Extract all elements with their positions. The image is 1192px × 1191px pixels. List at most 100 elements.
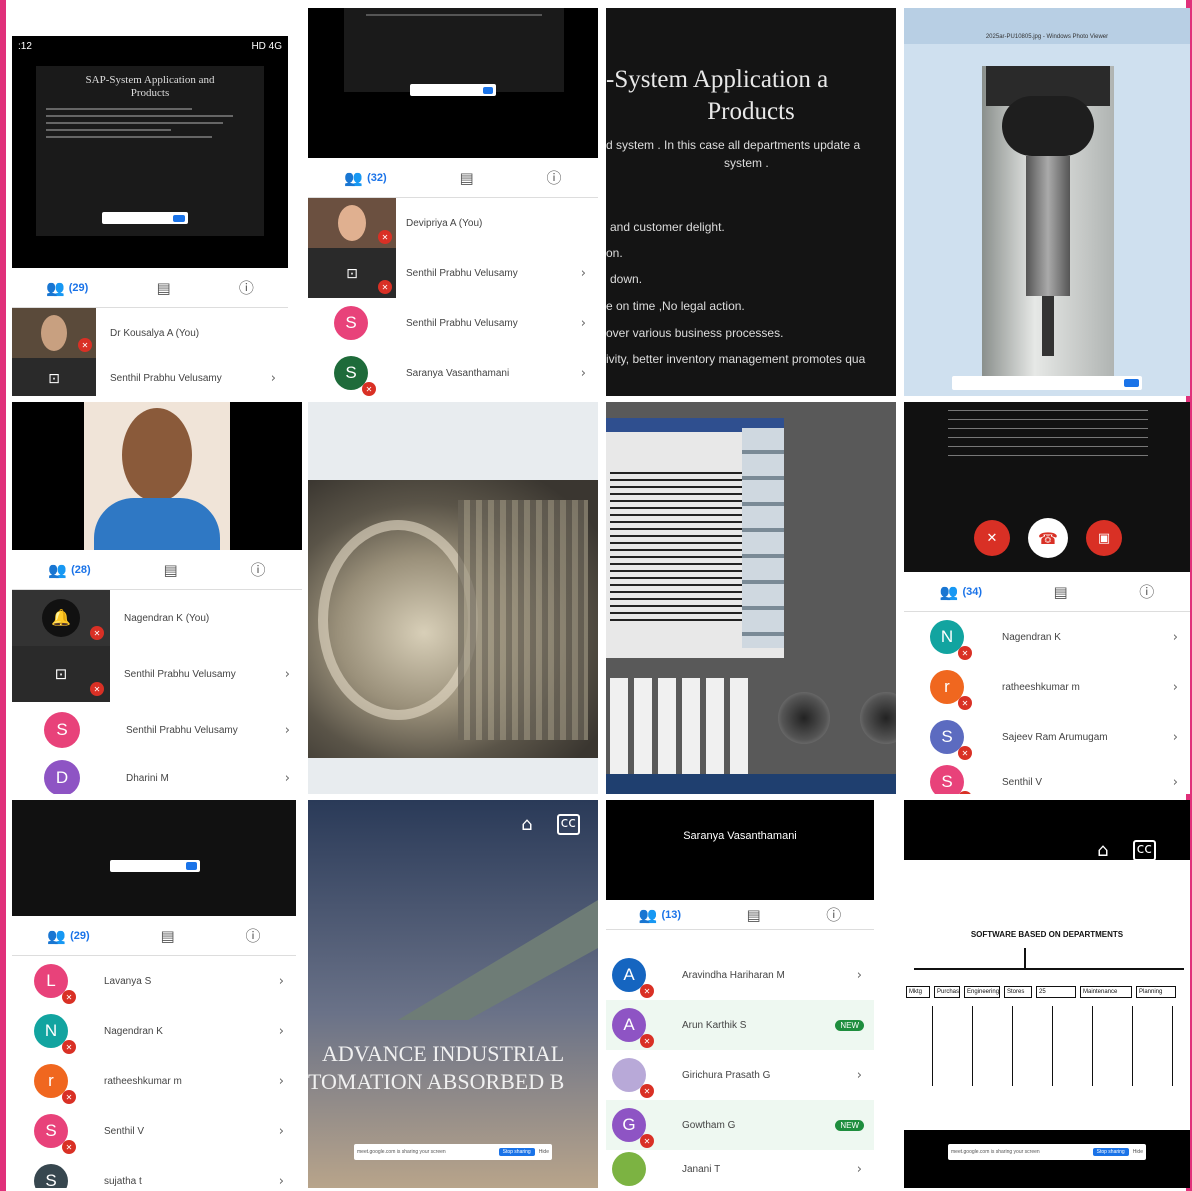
mic-off-icon: ✕ xyxy=(78,338,92,352)
hide-button[interactable]: Hide xyxy=(539,1149,549,1155)
mic-off-icon: ✕ xyxy=(62,1090,76,1104)
end-call-button[interactable]: ☎ xyxy=(1028,518,1068,558)
participant-row[interactable]: S✕ sujatha t › xyxy=(12,1156,296,1188)
participant-row[interactable]: L ✕ Lavanya S › xyxy=(12,956,296,1006)
info-icon[interactable]: ⓘ xyxy=(246,925,261,946)
remote-icon[interactable]: ⌂ xyxy=(521,814,532,835)
captions-icon[interactable]: cc xyxy=(556,814,580,835)
participant-row[interactable]: S ✕ Saranya Vasanthamani › xyxy=(308,348,598,396)
dept-box: Maintenance xyxy=(1080,986,1132,998)
participant-row[interactable]: S✕ Senthil V › xyxy=(12,1106,296,1156)
participant-row[interactable]: ✕ Dr Kousalya A (You) xyxy=(12,308,288,358)
new-badge: NEW xyxy=(835,1119,864,1131)
tile-slide-zoom: -System Application a Products d system … xyxy=(606,8,896,396)
present-icon: ⊡ xyxy=(346,264,358,281)
stop-sharing-button[interactable]: Stop sharing xyxy=(498,1148,535,1156)
participant-row[interactable]: Janani T › xyxy=(606,1150,874,1188)
chevron-right-icon: › xyxy=(284,666,290,682)
tab-people[interactable]: 👥 (32) xyxy=(344,169,386,187)
chat-icon[interactable]: ▤ xyxy=(157,279,171,297)
dial-right[interactable] xyxy=(860,692,896,744)
participant-name: Senthil V xyxy=(104,1125,145,1137)
share-bar: meet.google.com is sharing your screen S… xyxy=(948,1144,1146,1160)
info-icon[interactable]: ⓘ xyxy=(547,167,562,188)
participant-row[interactable]: A ✕ Aravindha Hariharan M › xyxy=(606,950,874,1000)
avatar: S✕ xyxy=(34,1164,68,1188)
participant-row[interactable]: S ✕ Sajeev Ram Arumugam › xyxy=(904,712,1190,762)
slide-title-line: -System Application a xyxy=(606,66,829,93)
participant-row[interactable]: ⊡ ✕ Senthil Prabhu Velusamy › xyxy=(12,646,302,702)
tab-people[interactable]: 👥 (29) xyxy=(47,927,89,945)
stop-sharing-button[interactable] xyxy=(186,862,197,870)
participant-row[interactable]: S Senthil Prabhu Velusamy › xyxy=(308,298,598,348)
chat-icon[interactable]: ▤ xyxy=(747,906,761,924)
info-icon[interactable]: ⓘ xyxy=(251,559,266,580)
mic-off-icon: ✕ xyxy=(62,990,76,1004)
dept-box: Engineering xyxy=(964,986,1000,998)
mic-off-icon: ✕ xyxy=(378,280,392,294)
chevron-right-icon: › xyxy=(856,1067,862,1083)
chevron-right-icon: › xyxy=(278,1023,284,1039)
participant-row[interactable]: N ✕ Nagendran K › xyxy=(12,1006,296,1056)
avatar: S✕ xyxy=(930,765,972,794)
mic-off-button[interactable]: ✕ xyxy=(974,520,1010,556)
avatar-initial: r xyxy=(48,1071,54,1090)
slide-line: and customer delight. xyxy=(610,220,725,234)
participant-row[interactable]: r ✕ ratheeshkumar m › xyxy=(904,662,1190,712)
participant-row[interactable]: r ✕ ratheeshkumar m › xyxy=(12,1056,296,1106)
captions-icon[interactable]: cc xyxy=(1132,840,1156,861)
chat-icon[interactable]: ▤ xyxy=(161,927,175,945)
stop-sharing-button[interactable] xyxy=(1124,379,1139,387)
chevron-right-icon: › xyxy=(856,967,862,983)
info-icon[interactable]: ⓘ xyxy=(826,904,841,925)
slide-line: down. xyxy=(610,272,643,286)
stop-sharing-button[interactable] xyxy=(482,86,493,94)
participant-row[interactable]: ⊡ Senthil Prabhu Velusamy › xyxy=(12,358,288,396)
avatar: S✕ xyxy=(34,1114,76,1154)
chevron-right-icon: › xyxy=(580,265,586,281)
new-badge: NEW xyxy=(835,1019,864,1031)
chat-icon[interactable]: ▤ xyxy=(1054,583,1068,601)
participant-row[interactable]: ✕ Devipriya A (You) xyxy=(308,198,598,248)
panel-tabs: 👥 (28) ▤ ⓘ xyxy=(12,550,302,590)
avatar-initial: S xyxy=(45,1171,57,1188)
tab-people[interactable]: 👥 (28) xyxy=(48,561,90,579)
tab-people[interactable]: 👥 (29) xyxy=(46,279,88,297)
participant-row[interactable]: ✕ Girichura Prasath G › xyxy=(606,1050,874,1100)
participant-row[interactable]: ⊡ ✕ Senthil Prabhu Velusamy › xyxy=(308,248,598,298)
participant-row[interactable]: 🔔 ✕ Nagendran K (You) xyxy=(12,590,302,646)
chevron-right-icon: › xyxy=(284,770,290,786)
participant-row[interactable]: S Senthil Prabhu Velusamy › xyxy=(12,702,302,758)
chat-icon[interactable]: ▤ xyxy=(164,561,178,579)
camera-off-button[interactable]: ▣ xyxy=(1086,520,1122,556)
participant-row[interactable]: S✕ Senthil V › xyxy=(904,762,1190,794)
slide-line: ivity, better inventory management promo… xyxy=(606,352,866,366)
participant-row[interactable]: G ✕ Gowtham G NEW xyxy=(606,1100,874,1150)
avatar: G ✕ xyxy=(612,1108,654,1148)
panel-tabs: 👥 (13) ▤ ⓘ xyxy=(606,900,874,930)
tile-engine-image xyxy=(308,402,598,794)
tab-people[interactable]: 👥 (34) xyxy=(940,583,982,601)
info-icon[interactable]: ⓘ xyxy=(1139,581,1154,602)
participant-row[interactable]: N ✕ Nagendran K › xyxy=(904,612,1190,662)
shared-slide: SAP-System Application and Products xyxy=(36,66,264,236)
tile-cnc-panel xyxy=(606,402,896,794)
chat-icon[interactable]: ▤ xyxy=(460,169,474,187)
participant-row[interactable]: A ✕ Arun Karthik S NEW xyxy=(606,1000,874,1050)
tab-people[interactable]: 👥 (13) xyxy=(639,906,681,924)
chevron-right-icon: › xyxy=(284,722,290,738)
participant-row[interactable]: D Dharini M › xyxy=(12,758,302,794)
people-icon: 👥 xyxy=(48,560,68,579)
stop-sharing-button[interactable]: Stop sharing xyxy=(1092,1148,1129,1156)
participant-video: ✕ xyxy=(308,198,396,248)
avatar: ✕ xyxy=(612,1058,654,1098)
share-bar xyxy=(110,860,200,872)
hide-button[interactable]: Hide xyxy=(1133,1149,1143,1155)
remote-icon[interactable]: ⌂ xyxy=(1097,840,1108,861)
slide-line: d system . In this case all departments … xyxy=(606,138,861,152)
tile-meeting-8: ✕ ☎ ▣ 👥 (34) ▤ ⓘ N ✕ Nagendran K › r ✕ rath… xyxy=(904,402,1190,794)
people-count: (34) xyxy=(962,585,982,598)
dial-left[interactable] xyxy=(778,692,830,744)
info-icon[interactable]: ⓘ xyxy=(239,277,254,298)
stop-sharing-button[interactable] xyxy=(173,214,185,222)
